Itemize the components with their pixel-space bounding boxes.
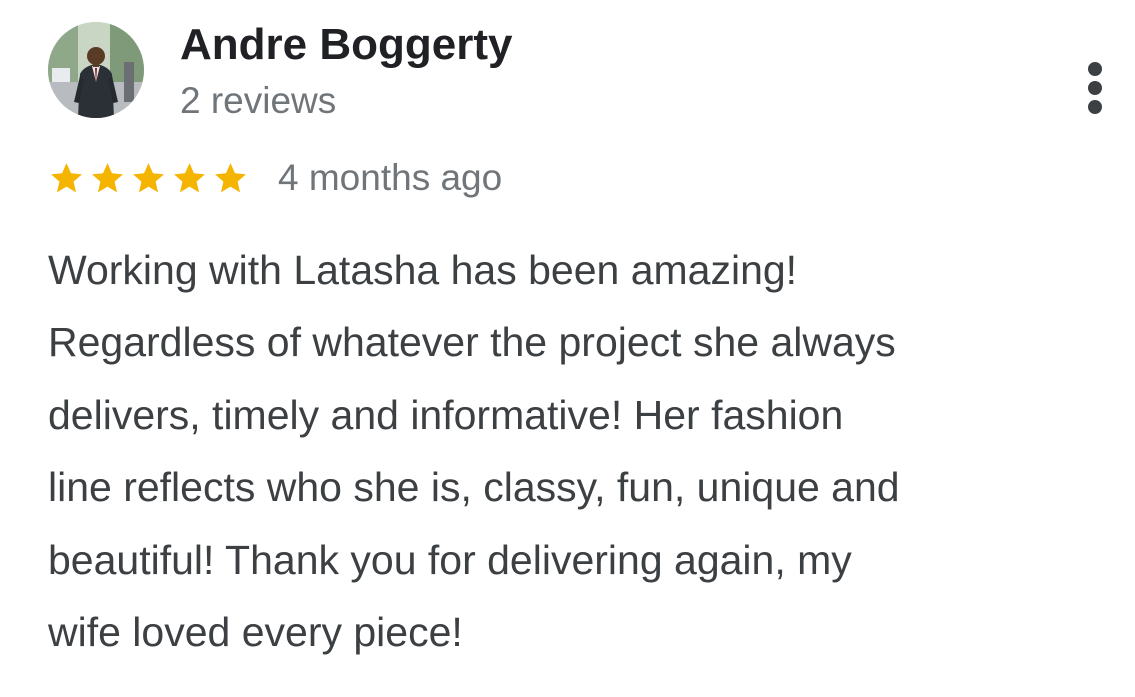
star-icon xyxy=(92,162,123,192)
rating-row: 4 months ago xyxy=(48,152,502,204)
review-text: Working with Latasha has been amazing! R… xyxy=(48,234,1123,668)
author-review-count: 2 reviews xyxy=(180,80,337,121)
more-options-button[interactable] xyxy=(1076,56,1116,120)
star-icon xyxy=(133,162,164,192)
avatar[interactable] xyxy=(48,22,144,118)
avatar-photo xyxy=(48,22,144,118)
star-icon xyxy=(51,162,82,192)
review-text-line: Regardless of whatever the project she a… xyxy=(48,319,896,366)
review-text-line: wife loved every piece! xyxy=(48,609,463,656)
star-icon xyxy=(174,162,205,192)
review-text-line: Working with Latasha has been amazing! xyxy=(48,247,798,293)
author-name[interactable]: Andre Boggerty xyxy=(180,18,512,72)
review-card: Andre Boggerty 2 reviews 4 months ago Wo… xyxy=(0,0,1135,697)
review-text-line: delivers, timely and informative! Her fa… xyxy=(48,391,844,438)
review-text-line: line reflects who she is, classy, fun, u… xyxy=(48,464,900,511)
review-timestamp: 4 months ago xyxy=(278,157,503,198)
star-rating xyxy=(48,160,253,197)
review-text-line: beautiful! Thank you for delivering agai… xyxy=(48,536,852,583)
star-icon xyxy=(215,162,246,192)
